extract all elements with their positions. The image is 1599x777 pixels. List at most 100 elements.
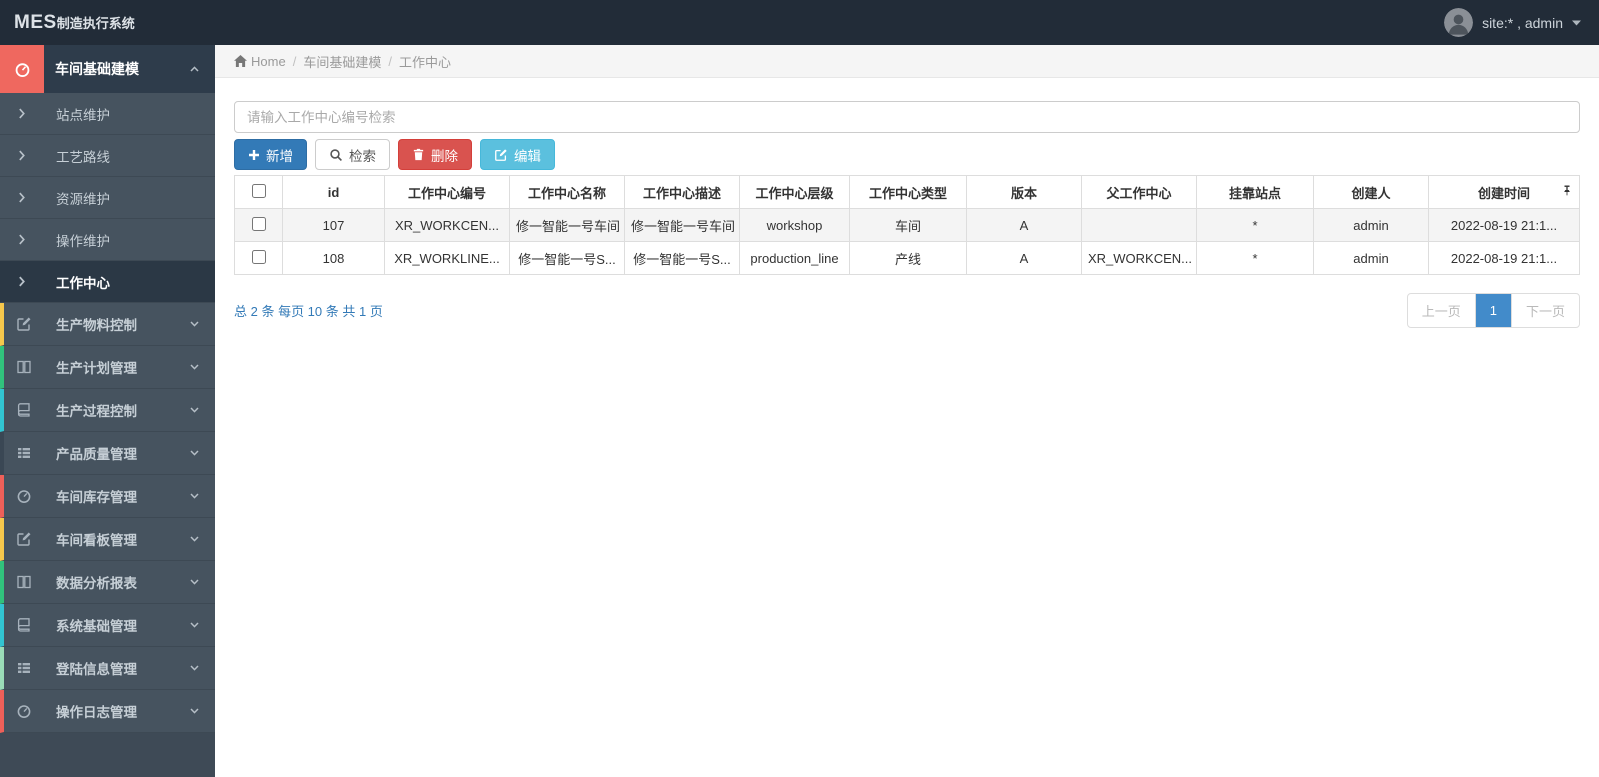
chevron-down-icon (189, 320, 215, 328)
list-icon (4, 445, 43, 461)
chevron-right-icon (0, 108, 43, 119)
chevron-right-icon (0, 234, 43, 245)
gauge-icon (0, 45, 44, 93)
sidebar-group-label: 车间基础建模 (55, 61, 139, 77)
chevron-down-icon (189, 449, 215, 457)
sidebar: 车间基础建模 站点维护 工艺路线 资源维护 操作维护 工作中心 生产物料控制 生… (0, 45, 215, 777)
column-header-parent: 父工作中心 (1081, 175, 1197, 209)
table-row[interactable]: 107 XR_WORKCEN... 修一智能一号车间 修一智能一号车间 work… (234, 208, 1580, 242)
page-1-button[interactable]: 1 (1474, 293, 1512, 328)
mes-app: MES 制造执行系统 site:* , admin 车间基础建模 站点维护 工艺… (0, 0, 1599, 777)
sidebar-item-resource-maintenance[interactable]: 资源维护 (0, 177, 215, 219)
book-icon (4, 617, 43, 633)
sidebar-group-system-management[interactable]: 系统基础管理 (0, 604, 215, 647)
table-footer: 总 2 条 每页 10 条 共 1 页 上一页 1 下一页 (234, 293, 1580, 328)
chevron-up-icon (189, 65, 215, 73)
chevron-down-icon (189, 578, 215, 586)
columns-icon (4, 574, 43, 590)
sidebar-item-label: 站点维护 (56, 107, 110, 123)
sidebar-group-label: 数据分析报表 (56, 576, 137, 591)
caret-down-icon (1572, 20, 1581, 26)
sidebar-item-operation-maintenance[interactable]: 操作维护 (0, 219, 215, 261)
sidebar-group-label: 系统基础管理 (56, 619, 137, 634)
chevron-down-icon (189, 621, 215, 629)
column-header-code: 工作中心编号 (384, 175, 510, 209)
sidebar-group-operation-log-management[interactable]: 操作日志管理 (0, 690, 215, 733)
table-row[interactable]: 108 XR_WORKLINE... 修一智能一号S... 修一智能一号S...… (234, 241, 1580, 275)
book-icon (4, 402, 43, 418)
breadcrumb: Home / 车间基础建模 / 工作中心 (215, 45, 1599, 78)
sidebar-item-work-center[interactable]: 工作中心 (0, 261, 215, 303)
chevron-down-icon (189, 535, 215, 543)
pagination: 上一页 1 下一页 (1406, 293, 1580, 328)
sidebar-item-station-maintenance[interactable]: 站点维护 (0, 93, 215, 135)
chevron-right-icon (0, 150, 43, 161)
prev-page-button[interactable]: 上一页 (1406, 293, 1476, 328)
sidebar-group-label: 操作日志管理 (56, 705, 137, 720)
column-header-version: 版本 (966, 175, 1082, 209)
header-select-all (234, 175, 283, 209)
table-header-row: id 工作中心编号 工作中心名称 工作中心描述 工作中心层级 工作中心类型 版本… (234, 175, 1580, 209)
columns-icon (4, 359, 43, 375)
search-button[interactable]: 检索 (315, 139, 390, 170)
sidebar-group-kanban-management[interactable]: 车间看板管理 (0, 518, 215, 561)
gauge-icon (4, 703, 43, 719)
pin-icon[interactable] (1562, 185, 1572, 200)
sidebar-group-inventory-management[interactable]: 车间库存管理 (0, 475, 215, 518)
column-header-creator: 创建人 (1313, 175, 1429, 209)
work-center-search-input[interactable] (234, 101, 1580, 133)
user-menu[interactable]: site:* , admin (1444, 8, 1599, 37)
sidebar-group-workshop-modeling[interactable]: 车间基础建模 (0, 45, 215, 93)
breadcrumb-home[interactable]: Home (234, 54, 286, 69)
user-avatar (1444, 8, 1474, 37)
next-page-button[interactable]: 下一页 (1510, 293, 1580, 328)
list-icon (4, 660, 43, 676)
select-all-checkbox[interactable] (251, 183, 266, 198)
delete-button[interactable]: 删除 (398, 139, 472, 170)
sidebar-group-material-control[interactable]: 生产物料控制 (0, 303, 215, 346)
sidebar-group-label: 车间库存管理 (56, 490, 137, 505)
chevron-down-icon (189, 664, 215, 672)
plus-icon (248, 149, 260, 161)
column-header-level: 工作中心层级 (739, 175, 850, 209)
chevron-down-icon (189, 363, 215, 371)
chevron-right-icon (0, 192, 43, 203)
edit-button[interactable]: 编辑 (480, 139, 555, 170)
sidebar-group-process-control[interactable]: 生产过程控制 (0, 389, 215, 432)
sidebar-group-plan-management[interactable]: 生产计划管理 (0, 346, 215, 389)
edit-icon (4, 316, 43, 332)
add-button[interactable]: 新增 (234, 139, 307, 170)
logo-text-primary: MES (14, 11, 57, 33)
sidebar-group-label: 登陆信息管理 (56, 662, 137, 677)
column-header-type: 工作中心类型 (849, 175, 967, 209)
row-checkbox[interactable] (251, 216, 266, 231)
sidebar-item-label: 操作维护 (56, 233, 110, 249)
user-name: site:* , admin (1482, 14, 1563, 31)
main-area: Home / 车间基础建模 / 工作中心 请输入工作中心编号检索 新增 检索 删… (215, 45, 1599, 777)
sidebar-footer-area (0, 733, 215, 777)
sidebar-item-process-route[interactable]: 工艺路线 (0, 135, 215, 177)
work-center-table: id 工作中心编号 工作中心名称 工作中心描述 工作中心层级 工作中心类型 版本… (234, 175, 1580, 275)
column-header-created-time: 创建时间 (1428, 175, 1580, 209)
top-navbar: MES 制造执行系统 site:* , admin (0, 0, 1599, 45)
logo-text-secondary: 制造执行系统 (56, 15, 135, 31)
column-header-station: 挂靠站点 (1196, 175, 1314, 209)
app-logo: MES 制造执行系统 (0, 12, 135, 34)
row-checkbox[interactable] (251, 249, 266, 264)
sidebar-group-label: 生产物料控制 (56, 318, 137, 333)
toolbar: 新增 检索 删除 编辑 (234, 139, 1580, 170)
sidebar-group-login-info-management[interactable]: 登陆信息管理 (0, 647, 215, 690)
sidebar-group-data-reports[interactable]: 数据分析报表 (0, 561, 215, 604)
sidebar-item-label: 工作中心 (56, 275, 110, 291)
chevron-down-icon (189, 492, 215, 500)
content: 新增 检索 删除 (215, 78, 1599, 328)
sidebar-group-label: 产品质量管理 (56, 447, 137, 462)
chevron-right-icon (0, 276, 43, 287)
sidebar-group-quality-management[interactable]: 产品质量管理 (0, 432, 215, 475)
edit-icon (4, 531, 43, 547)
sidebar-item-label: 工艺路线 (56, 149, 110, 165)
trash-icon (412, 148, 425, 161)
column-header-description: 工作中心描述 (624, 175, 740, 209)
sidebar-group-label: 车间看板管理 (56, 533, 137, 548)
breadcrumb-workshop-modeling[interactable]: 车间基础建模 (303, 52, 381, 71)
